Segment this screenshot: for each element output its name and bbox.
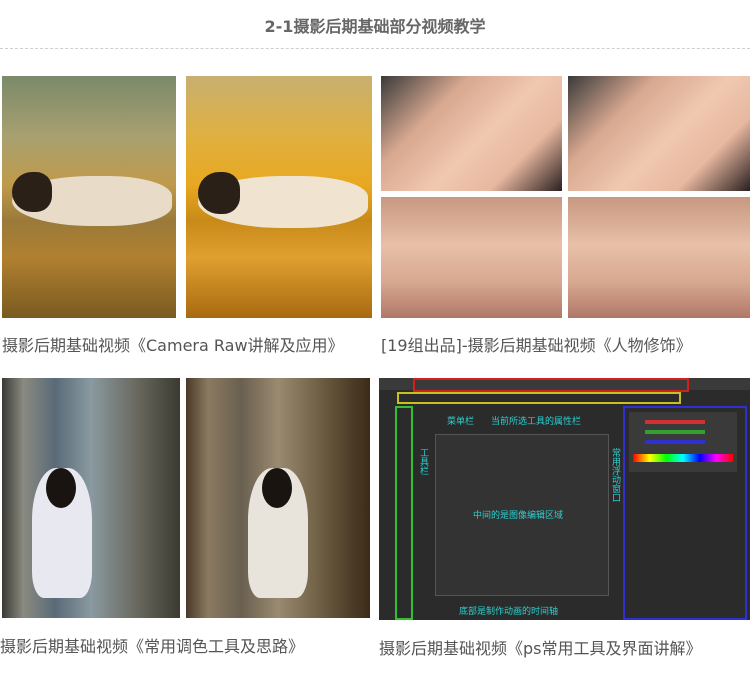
video-caption[interactable]: [19组出品]-摄影后期基础视频《人物修饰》 — [381, 332, 692, 356]
page-title: 2-1摄影后期基础部分视频教学 — [264, 17, 486, 36]
after-closeup-photo — [568, 197, 750, 318]
after-face-photo — [568, 76, 750, 191]
color-panel — [629, 412, 737, 472]
options-label: 当前所选工具的属性栏 — [491, 417, 582, 427]
video-card-color-grading[interactable]: 摄影后期基础视频《常用调色工具及思路》 — [0, 378, 372, 658]
before-photo — [2, 76, 176, 318]
after-photo — [186, 378, 370, 618]
photoshop-screenshot: 菜单栏 当前所选工具的属性栏 工具栏 常用浮动窗口 中间的是图像编辑区域 底部是… — [379, 378, 750, 620]
toolbar-label: 工具栏 — [418, 448, 428, 475]
timeline-label: 底部是制作动画的时间轴 — [459, 607, 559, 617]
panels-label: 常用浮动窗口 — [610, 448, 620, 502]
video-caption[interactable]: 摄影后期基础视频《Camera Raw讲解及应用》 — [2, 332, 344, 356]
before-closeup-photo — [381, 197, 562, 318]
video-caption[interactable]: 摄影后期基础视频《常用调色工具及思路》 — [0, 633, 304, 657]
title-divider — [0, 48, 750, 49]
before-face-photo — [381, 76, 562, 191]
before-photo — [2, 378, 180, 618]
menu-highlight — [413, 378, 689, 392]
video-card-ps-interface[interactable]: 菜单栏 当前所选工具的属性栏 工具栏 常用浮动窗口 中间的是图像编辑区域 底部是… — [379, 378, 750, 658]
options-highlight — [397, 392, 681, 404]
after-photo — [186, 76, 372, 318]
video-card-camera-raw[interactable]: 摄影后期基础视频《Camera Raw讲解及应用》 — [0, 76, 372, 358]
toolbar-highlight — [395, 406, 413, 620]
video-caption[interactable]: 摄影后期基础视频《ps常用工具及界面讲解》 — [379, 635, 702, 659]
video-card-retouch[interactable]: [19组出品]-摄影后期基础视频《人物修饰》 — [381, 76, 750, 358]
menubar-label: 菜单栏 — [447, 417, 475, 427]
canvas-label: 中间的是图像编辑区域 — [473, 511, 564, 521]
